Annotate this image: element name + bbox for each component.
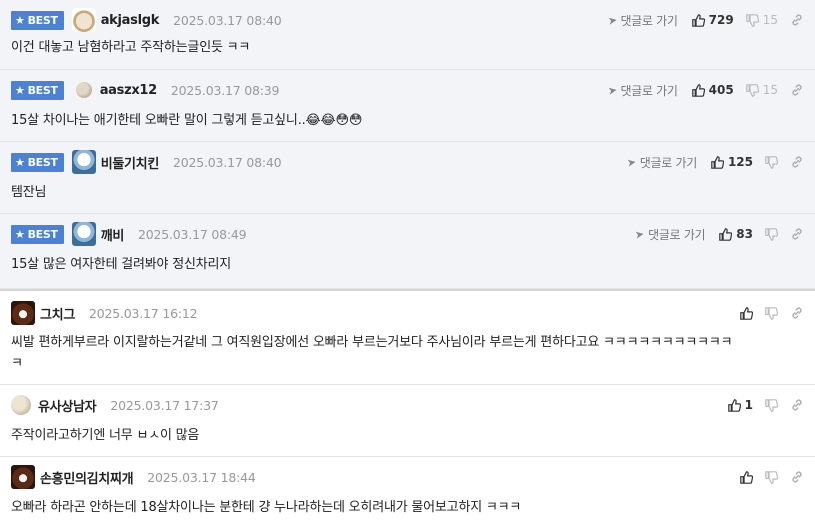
downvote-button[interactable]: 15 <box>745 13 778 27</box>
comment-item: ★ BEST akjaslgk 2025.03.17 08:40 ➤ 댓글로 가기 … <box>0 0 815 70</box>
bird-avatar[interactable] <box>71 150 96 174</box>
nickname[interactable]: 비둘기치킨 <box>101 153 160 172</box>
send-arrow-icon: ➤ <box>625 154 637 170</box>
dog-avatar[interactable] <box>71 8 96 32</box>
upvote-button[interactable] <box>740 470 753 484</box>
best-badge: ★ BEST <box>11 10 64 30</box>
thumbs-down-icon <box>765 470 778 484</box>
best-badge: ★ BEST <box>11 152 64 172</box>
upvote-button[interactable]: 405 <box>691 83 734 97</box>
thumbs-down-icon <box>765 398 778 412</box>
comment-text: 주작이라고하기엔 너무 ㅂㅅ이 많음 <box>11 428 200 443</box>
downvote-button[interactable] <box>765 227 778 241</box>
comment-text: 15살 많은 여자한테 걸려봐야 정신차리지 <box>11 257 232 272</box>
link-icon[interactable] <box>790 306 804 320</box>
link-icon[interactable] <box>790 83 804 97</box>
thumbs-down-icon <box>765 306 778 320</box>
comment-date: 2025.03.17 08:39 <box>170 82 280 98</box>
nickname[interactable]: 깨비 <box>101 225 125 244</box>
nickname[interactable]: aaszx12 <box>100 83 158 98</box>
link-icon[interactable] <box>790 470 804 484</box>
best-badge: ★ BEST <box>11 224 64 244</box>
upvote-button[interactable]: 83 <box>719 227 753 241</box>
comment-item: ★ BEST aaszx12 2025.03.17 08:39 ➤ 댓글로 가기 4… <box>0 70 815 142</box>
thumbs-up-icon <box>719 227 733 241</box>
upvote-button[interactable] <box>740 306 753 320</box>
upvote-button[interactable]: 729 <box>691 13 734 27</box>
downvote-button[interactable] <box>765 398 778 412</box>
nickname[interactable]: 그치그 <box>40 304 75 323</box>
reply-link[interactable]: ➤ 댓글로 가기 <box>606 12 678 29</box>
nickname[interactable]: 유사상남자 <box>38 396 97 415</box>
bear-avatar[interactable] <box>11 301 35 325</box>
comment-text: 15살 차이나는 애기한테 오빠란 말이 그렇게 듣고싶니..😂😂😳😳 <box>11 113 363 128</box>
bear-avatar[interactable] <box>11 465 35 489</box>
ball-avatar[interactable] <box>11 395 31 415</box>
nickname[interactable]: 손흥민의김치찌개 <box>40 468 134 487</box>
comment-date: 2025.03.17 17:37 <box>110 397 219 413</box>
star-icon: ★ <box>15 83 25 97</box>
star-icon: ★ <box>15 227 25 241</box>
comment-date: 2025.03.17 08:40 <box>173 12 282 28</box>
reply-link[interactable]: ➤ 댓글로 가기 <box>606 82 678 99</box>
comment-item: 유사상남자 2025.03.17 17:37 1 주작이라고하기엔 너무 ㅂㅅ이… <box>0 385 815 457</box>
link-icon[interactable] <box>790 227 804 241</box>
comment-text: 오빠라 하라곤 안하는데 18살차이나는 분한테 걍 누나라하는데 오히려내가 … <box>11 500 522 515</box>
thumbs-up-icon <box>711 155 724 169</box>
downvote-button[interactable] <box>765 155 778 169</box>
comment-text: 이건 대놓고 남혐하라고 주작하는글인듯 ㅋㅋ <box>11 40 251 55</box>
comment-text: 템잔님 <box>11 185 47 200</box>
downvote-button[interactable] <box>765 470 778 484</box>
comment-item: 손흥민의김치찌개 2025.03.17 18:44 오빠라 하라곤 안하는데 1… <box>0 457 815 531</box>
best-badge: ★ BEST <box>11 80 64 100</box>
comment-text: 씨발 편하게부르라 이지랄하는거같네 그 여직원입장에선 오빠라 부르는거보다 … <box>11 335 733 350</box>
thumbs-up-icon <box>740 470 753 484</box>
comment-date: 2025.03.17 08:40 <box>173 154 282 170</box>
bird-avatar[interactable] <box>71 222 96 246</box>
reply-link[interactable]: ➤ 댓글로 가기 <box>634 226 706 243</box>
link-icon[interactable] <box>790 155 804 169</box>
ball-avatar[interactable] <box>75 82 92 98</box>
upvote-button[interactable]: 1 <box>727 398 753 412</box>
comment-list: ★ BEST akjaslgk 2025.03.17 08:40 ➤ 댓글로 가기 … <box>0 0 815 531</box>
link-icon[interactable] <box>790 13 804 27</box>
star-icon: ★ <box>15 13 25 27</box>
comment-date: 2025.03.17 18:44 <box>147 469 256 485</box>
downvote-button[interactable]: 15 <box>745 83 778 97</box>
link-icon[interactable] <box>790 398 804 412</box>
comment-text-continued: ㅋ <box>11 356 23 371</box>
send-arrow-icon: ➤ <box>606 82 618 98</box>
upvote-button[interactable]: 125 <box>711 155 753 169</box>
send-arrow-icon: ➤ <box>634 226 646 242</box>
reply-link[interactable]: ➤ 댓글로 가기 <box>625 154 698 171</box>
comment-date: 2025.03.17 08:49 <box>138 226 247 242</box>
thumbs-down-icon <box>765 155 778 169</box>
thumbs-down-icon <box>745 13 759 27</box>
send-arrow-icon: ➤ <box>606 12 618 28</box>
thumbs-up-icon <box>691 83 705 97</box>
comment-item: ★ BEST 깨비 2025.03.17 08:49 ➤ 댓글로 가기 83 15살… <box>0 214 815 289</box>
downvote-button[interactable] <box>765 306 778 320</box>
star-icon: ★ <box>15 155 25 169</box>
thumbs-down-icon <box>765 227 778 241</box>
thumbs-up-icon <box>691 13 705 27</box>
thumbs-down-icon <box>745 83 759 97</box>
comment-item: 그치그 2025.03.17 16:12 씨발 편하게부르라 이지랄하는거같네 … <box>0 289 815 385</box>
comment-date: 2025.03.17 16:12 <box>88 305 198 321</box>
thumbs-up-icon <box>740 306 753 320</box>
nickname[interactable]: akjaslgk <box>101 13 160 28</box>
thumbs-up-icon <box>727 398 741 412</box>
comment-item: ★ BEST 비둘기치킨 2025.03.17 08:40 ➤ 댓글로 가기 125… <box>0 142 815 214</box>
